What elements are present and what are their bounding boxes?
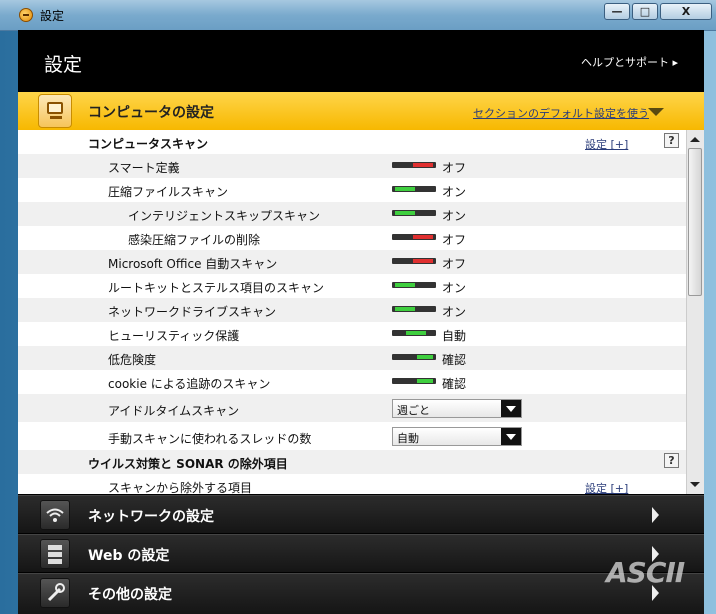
setting-row: Microsoft Office 自動スキャン オフ [18,250,686,274]
exclusions-help-button[interactable]: ? [664,453,679,468]
watermark-logo: ASCII [606,556,685,589]
chevron-down-icon[interactable] [501,428,521,445]
setting-state: オフ [442,161,467,175]
dropdown-row: アイドルタイムスキャン 週ごと [18,394,686,422]
scan-heading: コンピュータスキャン [88,137,209,151]
setting-state: オン [442,209,467,223]
exclusions-heading: ウイルス対策と SONAR の除外項目 [88,457,288,471]
section-title: Web の設定 [88,548,170,564]
toggle-switch[interactable] [392,354,436,360]
section-title: コンピュータの設定 [88,105,214,121]
toggle-switch[interactable] [392,282,436,288]
scroll-thumb[interactable] [688,148,702,296]
setting-row: cookie による追跡のスキャン 確認 [18,370,686,394]
app-header: 設定 ヘルプとサポート ▸ [18,30,704,92]
toggle-switch[interactable] [392,330,436,336]
setting-state: オン [442,185,467,199]
computer-icon [38,94,72,128]
app-icon [19,8,33,22]
toggle-switch[interactable] [392,306,436,312]
setting-label: ネットワークドライブスキャン [108,305,277,319]
toggle-switch[interactable] [392,258,436,264]
window-controls: — □ X [602,3,712,21]
close-icon: X [681,5,691,18]
scroll-up-icon[interactable] [690,137,700,142]
page-title: 設定 [44,54,83,76]
help-support-link[interactable]: ヘルプとサポート ▸ [581,54,678,70]
setting-label: 手動スキャンに使われるスレッドの数 [108,432,312,446]
setting-row: 低危険度 確認 [18,346,686,370]
setting-label: スマート定義 [108,161,180,175]
toggle-switch[interactable] [392,378,436,384]
scroll-down-icon[interactable] [690,482,700,487]
toggle-switch[interactable] [392,234,436,240]
monitor-base [50,116,62,119]
collapse-arrow-icon[interactable] [648,108,664,116]
exclusions-section-header: ウイルス対策と SONAR の除外項目 ? [18,450,686,474]
scan-section-header: コンピュータスキャン 設定 [+] ? [18,130,686,154]
server-icon [40,539,70,569]
setting-row: ネットワークドライブスキャン オン [18,298,686,322]
section-header-computer[interactable]: コンピュータの設定 セクションのデフォルト設定を使う [18,92,704,130]
toggle-switch[interactable] [392,162,436,168]
setting-row: ルートキットとステルス項目のスキャン オン [18,274,686,298]
other-settings-section[interactable]: その他の設定 [18,573,704,614]
close-button[interactable]: X [660,3,712,20]
select-value: 週ごと [397,404,430,417]
scan-settings-link[interactable]: 設定 [+] [585,136,628,152]
setting-state: 確認 [442,377,467,391]
setting-row: スマート定義 オフ [18,154,686,178]
thread-count-select[interactable]: 自動 [392,427,522,446]
exclusions-settings-link[interactable]: 設定 [+] [585,480,628,494]
title-bar[interactable]: 設定 — □ X [0,0,716,31]
dropdown-row: 手動スキャンに使われるスレッドの数 自動 [18,422,686,450]
setting-label: ルートキットとステルス項目のスキャン [108,281,325,295]
vertical-scrollbar[interactable] [686,130,704,494]
setting-label: 圧縮ファイルスキャン [108,185,229,199]
select-value: 自動 [397,432,419,445]
wifi-icon [40,500,70,530]
setting-label: Microsoft Office 自動スキャン [108,257,278,271]
setting-label: スキャンから除外する項目 [108,481,253,494]
setting-row: ヒューリスティック保護 自動 [18,322,686,346]
scan-help-button[interactable]: ? [664,133,679,148]
setting-state: オフ [442,257,467,271]
chevron-down-icon[interactable] [501,400,521,417]
setting-row: 圧縮ファイルスキャン オン [18,178,686,202]
setting-row: スキャンから除外する項目 設定 [+] [18,474,686,494]
toggle-switch[interactable] [392,186,436,192]
monitor-shape [47,102,63,114]
setting-state: オン [442,281,467,295]
minimize-button[interactable]: — [604,3,630,20]
setting-label: 低危険度 [108,353,157,367]
setting-label: cookie による追跡のスキャン [108,377,271,391]
settings-list: コンピュータスキャン 設定 [+] ? スマート定義 オフ 圧縮ファイルスキャン… [18,130,686,494]
section-title: その他の設定 [88,587,172,603]
setting-label: ヒューリスティック保護 [108,329,240,343]
setting-state: 確認 [442,353,467,367]
setting-state: オン [442,305,467,319]
idle-scan-select[interactable]: 週ごと [392,399,522,418]
setting-state: 自動 [442,329,467,343]
setting-row: インテリジェントスキップスキャン オン [18,202,686,226]
network-settings-section[interactable]: ネットワークの設定 [18,495,704,533]
setting-row: 感染圧縮ファイルの削除 オフ [18,226,686,250]
settings-window: 設定 — □ X 設定 ヘルプとサポート ▸ コンピュータの設定 セクションのデ… [0,0,716,614]
web-settings-section[interactable]: Web の設定 [18,534,704,572]
section-defaults-link[interactable]: セクションのデフォルト設定を使う [473,105,649,121]
maximize-icon: □ [639,5,651,18]
window-title: 設定 [40,9,65,23]
setting-state: オフ [442,233,467,247]
chevron-right-icon[interactable] [652,507,659,523]
setting-label: 感染圧縮ファイルの削除 [128,233,261,247]
setting-label: インテリジェントスキップスキャン [128,209,321,223]
toggle-switch[interactable] [392,210,436,216]
setting-label: アイドルタイムスキャン [108,404,240,418]
wrench-icon [40,578,70,608]
maximize-button[interactable]: □ [632,3,658,20]
section-title: ネットワークの設定 [88,509,214,525]
minimize-icon: — [611,5,623,18]
